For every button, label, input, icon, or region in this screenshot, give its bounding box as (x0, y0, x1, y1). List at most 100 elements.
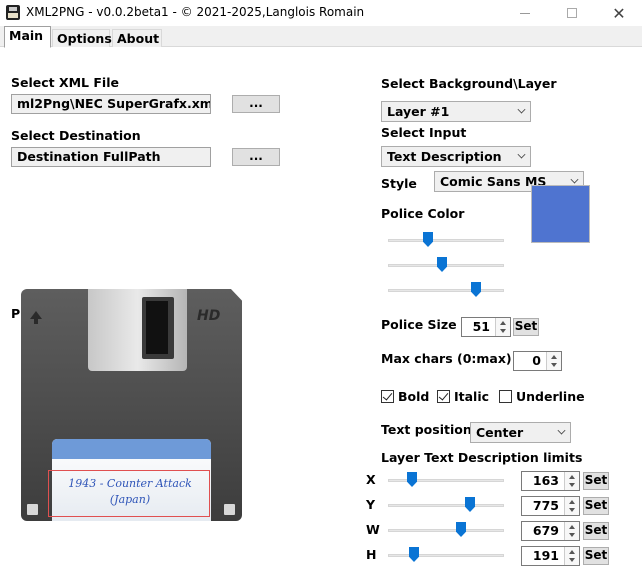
stepper-arrows-icon[interactable] (564, 522, 579, 540)
police-size-set-button[interactable]: Set (513, 318, 539, 336)
layer-select-value: Layer #1 (387, 104, 450, 119)
xml-path-field[interactable]: ml2Png\NEC SuperGrafx.xml (11, 94, 211, 114)
preview-text-line1: 1943 - Counter Attack (68, 477, 192, 490)
hd-mark: HD (197, 308, 221, 324)
slider-track (388, 554, 504, 557)
title-bar: XML2PNG - v0.0.2beta1 - © 2021-2025,Lang… (0, 0, 642, 26)
tab-main[interactable]: Main (4, 26, 51, 48)
limit-y-set-button[interactable]: Set (583, 497, 609, 515)
tab-about[interactable]: About (112, 29, 162, 47)
select-destination-label: Select Destination (11, 128, 141, 143)
color-slider-green[interactable] (388, 257, 504, 273)
limit-h-stepper[interactable]: 191 (521, 546, 580, 566)
close-button[interactable]: ✕ (596, 0, 642, 26)
limits-label: Layer Text Description limits (381, 450, 583, 465)
preview-text-line2: (Japan) (109, 493, 151, 506)
layer-select[interactable]: Layer #1 (381, 101, 531, 122)
select-input-label: Select Input (381, 125, 467, 140)
floppy-shutter (88, 289, 187, 371)
limit-y-stepper[interactable]: 775 (521, 496, 580, 516)
slider-thumb[interactable] (437, 257, 447, 272)
chevron-down-icon (517, 105, 526, 114)
slider-thumb[interactable] (465, 497, 475, 512)
browse-xml-button[interactable]: ... (232, 95, 280, 113)
tab-options[interactable]: Options (52, 29, 112, 47)
minimize-icon (520, 12, 530, 14)
color-slider-blue[interactable] (388, 282, 504, 298)
slider-thumb[interactable] (409, 547, 419, 562)
limit-x-label: X (366, 472, 376, 487)
minimize-button[interactable] (502, 0, 548, 26)
color-slider-red[interactable] (388, 232, 504, 248)
app-icon (6, 5, 20, 20)
limit-x-value: 163 (532, 473, 559, 488)
limit-y-value: 775 (532, 498, 559, 513)
close-icon: ✕ (612, 3, 626, 23)
browse-destination-button[interactable]: ... (232, 148, 280, 166)
density-hole (224, 504, 235, 515)
bold-checkbox[interactable] (381, 390, 394, 403)
input-select-value: Text Description (387, 149, 502, 164)
floppy-label-band (52, 439, 211, 459)
slider-track (388, 479, 504, 482)
floppy-shutter-window (142, 297, 174, 359)
slider-thumb[interactable] (471, 282, 481, 297)
bold-label: Bold (398, 389, 430, 404)
slider-track (388, 289, 504, 292)
slider-track (388, 239, 504, 242)
limit-h-label: H (366, 547, 377, 562)
tab-strip: Main Options About (0, 26, 642, 48)
stepper-arrows-icon[interactable] (564, 497, 579, 515)
text-position-label: Text position (381, 422, 472, 437)
limit-w-slider[interactable] (388, 522, 504, 538)
limit-h-slider[interactable] (388, 547, 504, 563)
maximize-icon (567, 8, 577, 18)
limit-y-label: Y (366, 497, 376, 512)
style-label: Style (381, 176, 417, 191)
maximize-button[interactable] (549, 0, 595, 26)
stepper-arrows-icon[interactable] (564, 472, 579, 490)
italic-checkbox[interactable] (437, 390, 450, 403)
destination-path-field[interactable]: Destination FullPath (11, 147, 211, 167)
italic-label: Italic (454, 389, 490, 404)
chevron-down-icon (557, 426, 566, 435)
insert-arrow-icon (30, 311, 42, 324)
police-size-value: 51 (472, 319, 490, 334)
slider-track (388, 504, 504, 507)
max-chars-stepper[interactable]: 0 (513, 351, 562, 371)
stepper-arrows-icon[interactable] (495, 318, 510, 336)
limit-x-set-button[interactable]: Set (583, 472, 609, 490)
limit-w-label: W (366, 522, 380, 537)
text-position-select[interactable]: Center (470, 422, 571, 443)
chevron-down-icon (517, 150, 526, 159)
limit-w-value: 679 (532, 523, 559, 538)
limit-w-set-button[interactable]: Set (583, 522, 609, 540)
max-chars-value: 0 (532, 353, 541, 368)
color-swatch[interactable] (531, 185, 590, 243)
limit-h-value: 191 (532, 548, 559, 563)
slider-thumb[interactable] (423, 232, 433, 247)
text-position-value: Center (476, 425, 524, 440)
write-protect-hole (27, 504, 38, 515)
slider-thumb[interactable] (407, 472, 417, 487)
underline-checkbox[interactable] (499, 390, 512, 403)
max-chars-label: Max chars (0:max) (381, 351, 512, 366)
limit-h-set-button[interactable]: Set (583, 547, 609, 565)
limit-y-slider[interactable] (388, 497, 504, 513)
input-select[interactable]: Text Description (381, 146, 531, 167)
underline-label: Underline (516, 389, 585, 404)
limit-x-stepper[interactable]: 163 (521, 471, 580, 491)
police-size-label: Police Size (381, 317, 457, 332)
preview-text: 1943 - Counter Attack (Japan) (49, 476, 211, 508)
slider-thumb[interactable] (456, 522, 466, 537)
limit-w-stepper[interactable]: 679 (521, 521, 580, 541)
window-title: XML2PNG - v0.0.2beta1 - © 2021-2025,Lang… (26, 5, 365, 19)
police-size-stepper[interactable]: 51 (461, 317, 511, 337)
police-color-label: Police Color (381, 206, 465, 221)
preview-text-bounds: 1943 - Counter Attack (Japan) (48, 470, 210, 517)
limit-x-slider[interactable] (388, 472, 504, 488)
stepper-arrows-icon[interactable] (564, 547, 579, 565)
stepper-arrows-icon[interactable] (546, 352, 561, 370)
slider-track (388, 529, 504, 532)
select-background-label: Select Background\Layer (381, 76, 557, 91)
